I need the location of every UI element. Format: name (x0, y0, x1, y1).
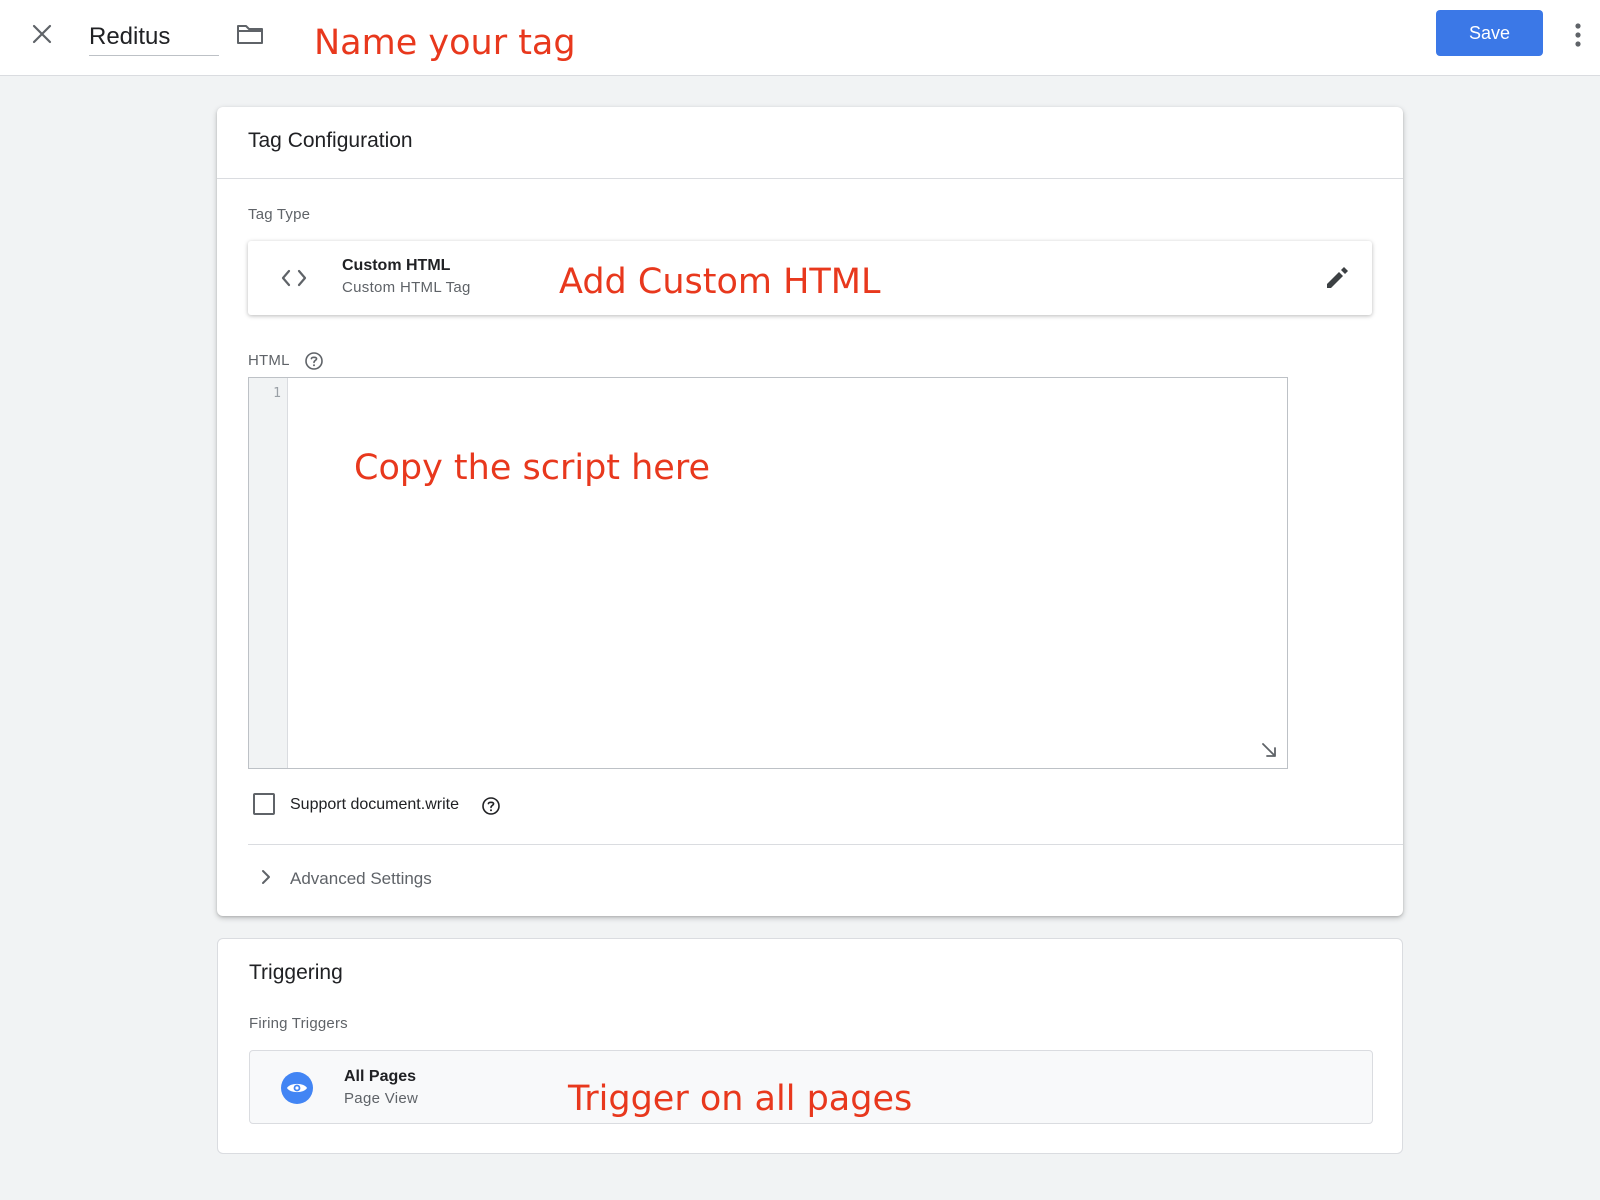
tag-configuration-title: Tag Configuration (248, 129, 413, 152)
html-code-input[interactable] (289, 378, 1287, 768)
line-number-gutter: 1 (249, 378, 288, 768)
close-button[interactable] (26, 18, 58, 50)
html-label: HTML (248, 352, 290, 369)
advanced-settings-label: Advanced Settings (290, 869, 432, 888)
folder-icon (237, 25, 263, 44)
support-document-write-label: Support document.write (290, 796, 459, 813)
support-document-write-checkbox[interactable] (253, 793, 275, 815)
trigger-name: All Pages (344, 1068, 417, 1085)
top-bar: Name your tag Save (0, 0, 1600, 76)
pencil-icon (1327, 267, 1348, 288)
tag-type-selector[interactable]: Custom HTML Custom HTML Tag Add Custom H… (248, 241, 1372, 315)
trigger-item-all-pages[interactable]: All Pages Page View Trigger on all pages (249, 1050, 1373, 1124)
document-write-help-icon[interactable] (481, 796, 501, 816)
annotation-add-custom-html: Add Custom HTML (559, 262, 881, 302)
annotation-trigger-all-pages: Trigger on all pages (568, 1079, 913, 1119)
chevron-right-icon (256, 867, 276, 887)
html-help-icon[interactable] (304, 351, 324, 371)
annotation-copy-script: Copy the script here (354, 448, 710, 488)
triggering-title: Triggering (249, 961, 343, 984)
tag-name-input[interactable] (89, 12, 219, 56)
code-icon (278, 263, 310, 293)
triggering-card: Triggering Firing Triggers All Pages Pag… (217, 938, 1403, 1154)
eye-icon (281, 1072, 313, 1104)
trigger-subtitle: Page View (344, 1090, 419, 1107)
tag-configuration-card: Tag Configuration Tag Type Custom HTML C… (217, 107, 1403, 916)
firing-triggers-label: Firing Triggers (249, 1015, 348, 1032)
folder-button[interactable] (234, 18, 266, 50)
line-number: 1 (273, 386, 281, 401)
tag-type-name: Custom HTML (342, 257, 451, 274)
tag-type-subtitle: Custom HTML Tag (342, 279, 471, 296)
resize-handle[interactable] (1259, 740, 1279, 760)
resize-arrow-icon (1262, 743, 1276, 757)
annotation-name-tag: Name your tag (314, 23, 576, 63)
save-button[interactable]: Save (1436, 10, 1543, 56)
more-options-button[interactable] (1566, 18, 1590, 52)
tag-type-label: Tag Type (248, 206, 311, 223)
more-vert-icon (1575, 23, 1581, 47)
advanced-settings-toggle[interactable]: Advanced Settings (248, 845, 1403, 915)
edit-tag-type-button[interactable] (1322, 263, 1352, 293)
html-code-editor: 1 Copy the script here (248, 377, 1288, 769)
card-header-divider (217, 178, 1403, 179)
close-icon (32, 24, 52, 44)
